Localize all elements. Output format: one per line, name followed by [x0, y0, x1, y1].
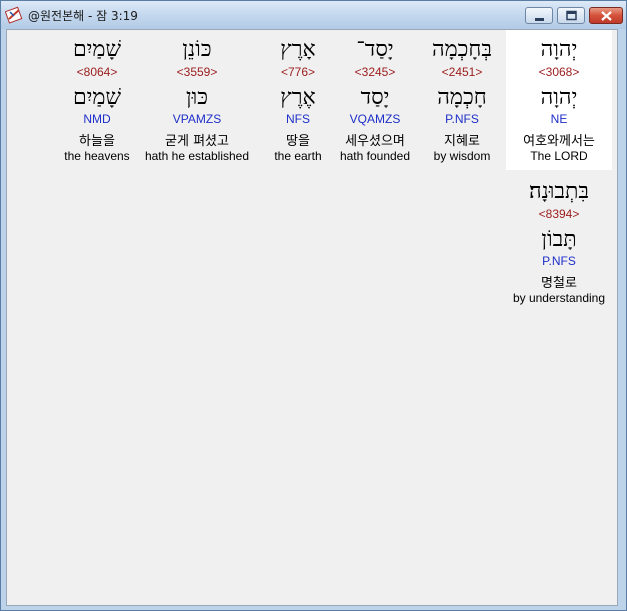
morphology-code: NFS — [286, 112, 310, 126]
strongs-number[interactable]: <8064> — [44, 65, 150, 79]
hebrew-word: יְהוָה — [540, 37, 578, 62]
strongs-number[interactable]: <776> — [245, 65, 351, 79]
word-cell[interactable]: בִּתְבוּנָה׃ <8394> תָּבוֹן P.NFS 명철로 by unde… — [503, 172, 615, 312]
english-gloss: hath he established — [144, 149, 250, 163]
korean-gloss: 땅을 — [286, 134, 310, 149]
strongs-number[interactable]: <8394> — [503, 207, 615, 221]
close-icon — [601, 11, 612, 21]
korean-gloss: 명철로 — [541, 276, 577, 291]
window-title: @원전본해 - 잠 3:19 — [28, 9, 138, 23]
english-gloss: the earth — [274, 149, 322, 163]
hebrew-word: אָרֶץ — [280, 37, 316, 62]
korean-gloss: 하늘을 — [79, 134, 115, 149]
hebrew-word: בִּתְבוּנָה׃ — [528, 179, 590, 204]
lemma: יְהוָה — [540, 85, 578, 110]
app-icon — [4, 6, 23, 24]
close-button[interactable] — [589, 7, 623, 24]
title-bar[interactable]: @원전본해 - 잠 3:19 — [1, 1, 626, 29]
morphology-code: VPAMZS — [172, 112, 222, 126]
strongs-number[interactable]: <3559> — [144, 65, 250, 79]
minimize-button[interactable] — [525, 7, 553, 24]
app-window: @원전본해 - 잠 3:19 יְהוָה <3068> יְהוָה NE 여호와께서… — [0, 0, 627, 611]
lemma: כּוּן — [186, 85, 208, 110]
lemma: שָׁמַיִם — [72, 85, 122, 110]
hebrew-word: כּוֹנֵן — [182, 37, 212, 62]
maximize-icon — [566, 10, 577, 21]
english-gloss: the heavens — [64, 149, 130, 163]
korean-gloss: 여호와께서는 — [523, 134, 595, 149]
word-cell[interactable]: שָׁמַיִם <8064> שָׁמַיִם NMD 하늘을 the heavens — [44, 30, 150, 170]
hebrew-word: שָׁמַיִם — [72, 37, 122, 62]
interlinear-panel: יְהוָה <3068> יְהוָה NE 여호와께서는 The LORD בְּחָכ… — [6, 29, 618, 606]
maximize-button[interactable] — [557, 7, 585, 24]
korean-gloss: 굳게 펴셨고 — [165, 134, 229, 149]
english-gloss: by understanding — [512, 291, 606, 305]
word-cell[interactable]: אָרֶץ <776> אֶרֶץ NFS 땅을 the earth — [245, 30, 351, 170]
morphology-code: NMD — [83, 112, 111, 126]
morphology-code: NE — [550, 112, 568, 126]
word-cell[interactable]: יְהוָה <3068> יְהוָה NE 여호와께서는 The LORD — [506, 30, 612, 170]
minimize-icon — [535, 18, 544, 21]
morphology-code: P.NFS — [542, 254, 576, 268]
english-gloss: The LORD — [530, 149, 588, 163]
lemma: אֶרֶץ — [280, 85, 316, 110]
strongs-number[interactable]: <3068> — [506, 65, 612, 79]
lemma: תָּבוֹן — [541, 227, 577, 252]
word-cell[interactable]: כּוֹנֵן <3559> כּוּן VPAMZS 굳게 펴셨고 hath he es… — [144, 30, 250, 170]
